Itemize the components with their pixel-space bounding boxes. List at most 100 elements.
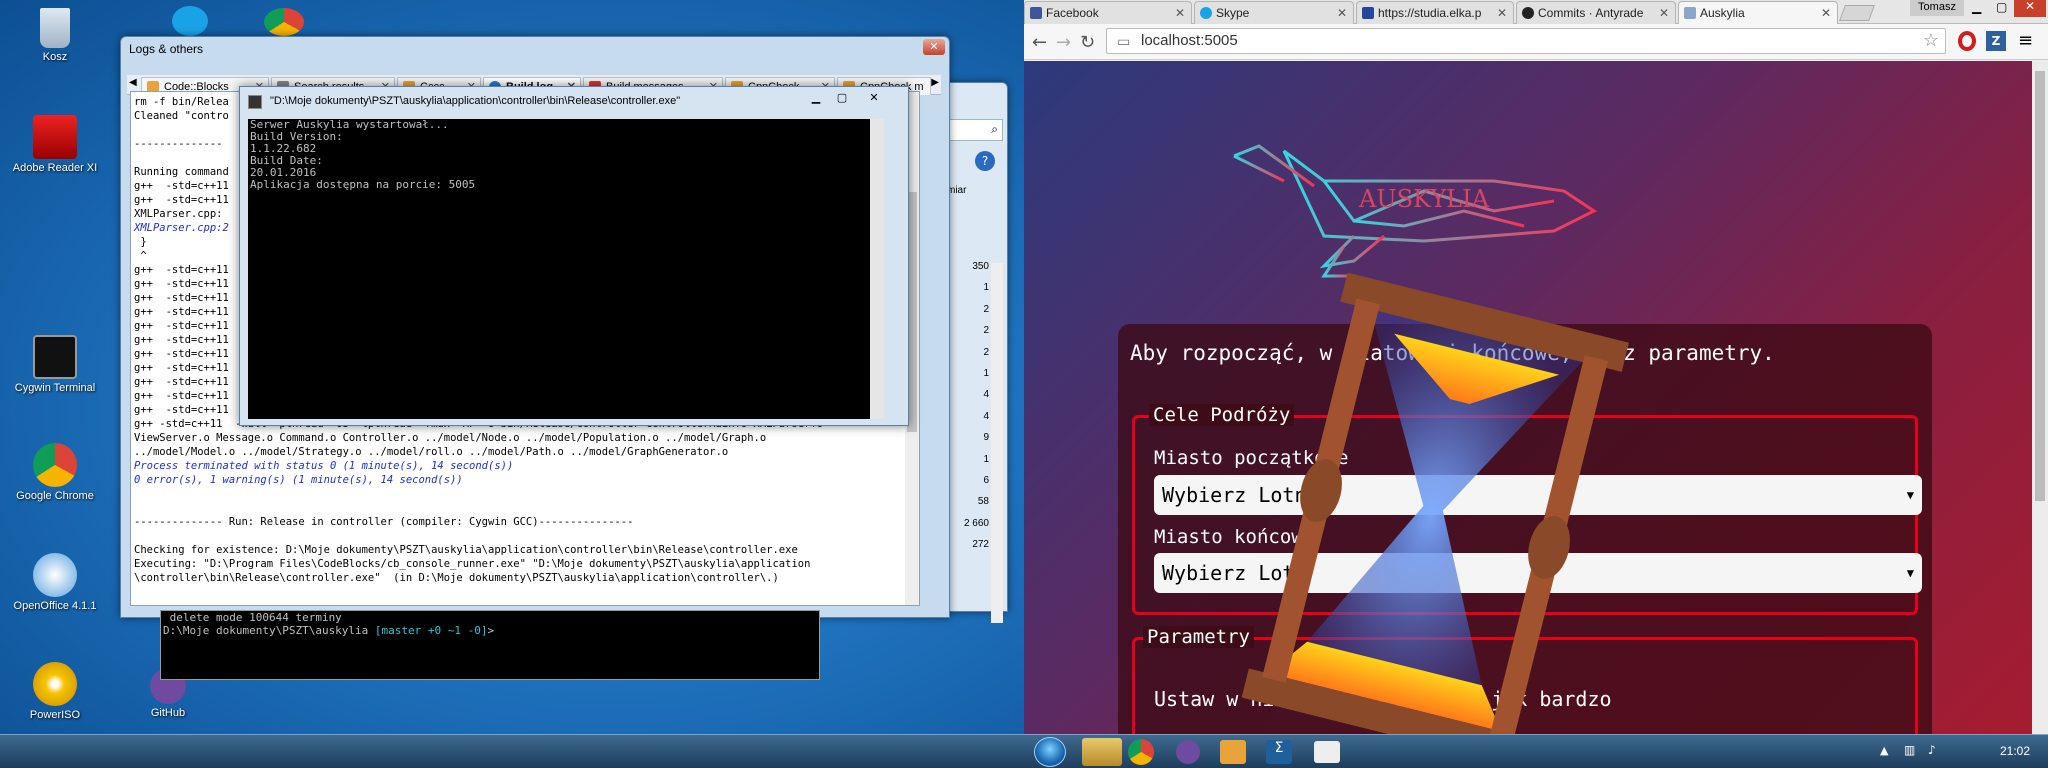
- log-line: g++ -std=c++11: [134, 264, 229, 276]
- volume-icon[interactable]: ♪: [1928, 743, 1936, 757]
- console-window: "D:\Moje dokumenty\PSZT\auskylia\applica…: [239, 86, 909, 426]
- tray-expand-icon[interactable]: ▲: [1880, 744, 1888, 757]
- page-scrollbar[interactable]: [2032, 61, 2048, 734]
- back-icon[interactable]: ←: [1032, 32, 1047, 53]
- console-taskbar-icon[interactable]: [1314, 741, 1340, 763]
- desktop-icon-chrome-2[interactable]: [234, 8, 334, 39]
- desktop-icon-label: Google Chrome: [16, 490, 94, 502]
- desktop-icon-skype[interactable]: [140, 6, 240, 39]
- poweriso-icon: [33, 662, 77, 706]
- log-line: Executing: "D:\Program Files\CodeBlocks/…: [134, 558, 811, 570]
- side-number: 272: [972, 539, 989, 551]
- git-terminal[interactable]: delete mode 100644 terminy D:\Moje dokum…: [160, 610, 820, 680]
- log-line: g++ -std=c++11: [134, 320, 229, 332]
- desktop-icon-label: Adobe Reader XI: [12, 162, 98, 174]
- scrollbar[interactable]: [991, 263, 1003, 623]
- tab-close-icon[interactable]: ✕: [1497, 2, 1507, 24]
- browser-tab-commits[interactable]: Commits · Antyrade ✕: [1516, 1, 1676, 24]
- tab-label: Auskylia: [1700, 6, 1745, 20]
- desktop-icon-label: Kosz: [42, 51, 68, 63]
- desktop-icon-adobe-reader[interactable]: Adobe Reader XI: [5, 115, 105, 174]
- bookmark-star-icon[interactable]: ☆: [1923, 28, 1939, 52]
- browser-tab-facebook[interactable]: Facebook ✕: [1024, 1, 1192, 24]
- codeblocks-taskbar-icon[interactable]: [1220, 740, 1246, 764]
- side-number: 6: [983, 475, 989, 486]
- terminal-taskbar-icon[interactable]: Σ: [1266, 740, 1292, 764]
- start-button[interactable]: [1034, 737, 1066, 767]
- desktop-icon-poweriso[interactable]: PowerISO: [5, 662, 105, 721]
- git-prompt: D:\Moje dokumenty\PSZT\auskylia [master …: [161, 624, 819, 637]
- search-icon: ⌕: [991, 122, 998, 136]
- log-line: ../model/Model.o ../model/Strategy.o ../…: [134, 446, 729, 458]
- user-badge[interactable]: Tomasz: [1910, 0, 1964, 16]
- minimize-button[interactable]: ▁: [806, 91, 826, 107]
- log-line: g++ -std=c++11: [134, 404, 229, 416]
- tab-scroll-left-icon[interactable]: ◀: [129, 77, 137, 88]
- desktop-icon-recycle-bin[interactable]: Kosz: [5, 8, 105, 63]
- taskbar-clock[interactable]: 21:02: [2000, 744, 2030, 758]
- log-line: 0 error(s), 1 warning(s) (1 minute(s), 1…: [134, 474, 463, 486]
- tab-close-icon[interactable]: ✕: [1337, 2, 1347, 24]
- close-button[interactable]: ✕: [2014, 0, 2046, 17]
- side-number: 350: [972, 261, 989, 272]
- console-scrollbar[interactable]: [870, 119, 884, 419]
- desktop-icon-cygwin[interactable]: Cygwin Terminal: [5, 335, 105, 394]
- log-line: Checking for existence: D:\Moje dokument…: [134, 544, 798, 556]
- skype-icon: [1200, 7, 1212, 19]
- git-line-1: delete mode 100644 terminy: [163, 611, 342, 624]
- log-line: \controller\bin\Release\controller.exe" …: [134, 572, 779, 584]
- minimize-button[interactable]: ▁: [1972, 0, 1981, 14]
- maximize-button[interactable]: ▢: [1996, 0, 2007, 14]
- hourglass-loading-icon: [1241, 272, 1629, 734]
- console-line: Build Version:: [250, 130, 343, 143]
- close-button[interactable]: ✕: [923, 39, 945, 55]
- browser-tab-skype[interactable]: Skype ✕: [1194, 1, 1354, 24]
- close-button[interactable]: ✕: [860, 91, 888, 107]
- log-line: g++ -std=c++11: [134, 362, 229, 374]
- github-taskbar-icon[interactable]: [1176, 740, 1200, 764]
- explorer-taskbar-icon[interactable]: [1082, 738, 1122, 766]
- help-icon[interactable]: ?: [975, 151, 995, 171]
- desktop-icon-chrome[interactable]: Google Chrome: [5, 443, 105, 502]
- browser-tabbar: Facebook ✕ Skype ✕ https://studia.elka.p ✕ …: [1024, 0, 2048, 24]
- forward-icon[interactable]: →: [1056, 32, 1071, 53]
- page-scroll-thumb[interactable]: [2035, 71, 2045, 501]
- skype-icon: [172, 6, 208, 36]
- side-number: 2: [983, 325, 989, 337]
- chrome-taskbar-icon[interactable]: [1128, 739, 1154, 765]
- browser-tab-auskylia[interactable]: Auskylia ✕: [1678, 1, 1838, 24]
- side-number: 4: [983, 410, 989, 422]
- log-line: ^: [134, 250, 147, 262]
- git-prompt-path: D:\Moje dokumenty\PSZT\auskylia: [163, 624, 375, 637]
- desktop-icon-openoffice[interactable]: OpenOffice 4.1.1: [5, 553, 105, 612]
- tab-scroll-right-icon[interactable]: ▶: [931, 77, 939, 88]
- reload-icon[interactable]: ↻: [1080, 32, 1095, 53]
- extension-z-icon[interactable]: Z: [1986, 31, 2006, 51]
- log-line: XMLParser.cpp:2: [134, 222, 229, 234]
- studia-icon: [1362, 7, 1374, 19]
- menu-icon[interactable]: ≡: [2018, 30, 2033, 51]
- log-line: -------------- Run: Release in controlle…: [134, 516, 634, 528]
- tab-close-icon[interactable]: ✕: [1175, 2, 1185, 24]
- openoffice-icon: [33, 553, 77, 597]
- git-branch-status: [master +0 ~1 -0]: [374, 624, 488, 637]
- tab-label: Facebook: [1046, 6, 1099, 20]
- address-bar[interactable]: ▭ localhost:5005 ☆: [1106, 28, 1946, 54]
- opera-icon[interactable]: [1958, 31, 1976, 51]
- tab-close-icon[interactable]: ✕: [1659, 2, 1669, 24]
- log-line: g++ -std=c++11: [134, 292, 229, 304]
- console-output[interactable]: Serwer Auskylia wystartował... Build Vers…: [248, 119, 884, 419]
- desktop-icon-label: GitHub: [150, 707, 186, 719]
- desktop-icon-label: OpenOffice 4.1.1: [13, 600, 97, 612]
- side-number: 4: [983, 389, 989, 401]
- browser-tab-studia[interactable]: https://studia.elka.p ✕: [1356, 1, 1514, 24]
- tab-close-icon[interactable]: ✕: [1821, 2, 1831, 24]
- desktop-icon-label: Cygwin Terminal: [14, 382, 96, 394]
- log-line: Cleaned "contro: [134, 110, 229, 122]
- cygwin-terminal-icon: [33, 335, 77, 379]
- side-number: 2: [983, 303, 989, 315]
- maximize-button[interactable]: ▢: [832, 91, 852, 107]
- network-icon[interactable]: ▥: [1904, 743, 1915, 757]
- log-line: g++ -std=c++11: [134, 306, 229, 318]
- new-tab-button[interactable]: [1839, 5, 1875, 21]
